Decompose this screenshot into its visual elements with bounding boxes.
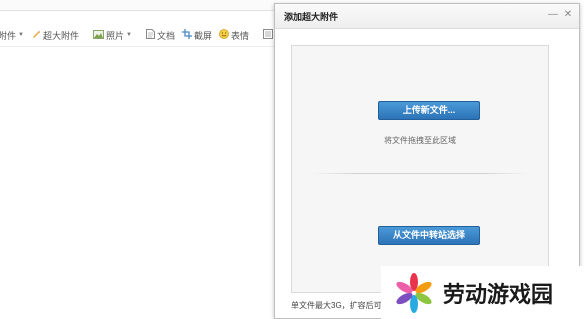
watermark-text: 劳动游戏园	[443, 282, 554, 308]
minimize-icon[interactable]: —	[547, 8, 559, 21]
file-size-note: 单文件最大3G，扩容后可提	[291, 301, 390, 310]
pinwheel-logo	[396, 272, 432, 313]
toolbar-document-label: 文档	[156, 30, 175, 41]
file-drop-zone[interactable]: 上传新文件... 将文件拖拽至此区域 从文件中转站选择	[291, 45, 549, 293]
screenshot-icon	[181, 29, 192, 41]
more-icon	[263, 29, 273, 41]
photo-icon	[92, 29, 104, 41]
smiley-icon	[219, 29, 229, 41]
toolbar-emoji-label: 表情	[230, 30, 249, 41]
section-divider	[312, 173, 528, 174]
toolbar-attachment-label: 附件	[0, 30, 17, 41]
toolbar-screenshot-label: 截屏	[193, 30, 212, 41]
toolbar-attachment-button[interactable]: 附件 ▼	[0, 29, 24, 42]
upload-new-file-button[interactable]: 上传新文件...	[378, 101, 480, 120]
pencil-clip-icon	[31, 29, 41, 41]
chevron-down-icon[interactable]: ▼	[126, 32, 132, 38]
toolbar-big-attachment-label: 超大附件	[42, 30, 79, 41]
toolbar-photo-label: 照片	[105, 30, 124, 41]
drop-hint-text: 将文件拖拽至此区域	[384, 136, 456, 145]
site-watermark: 劳动游戏园	[381, 266, 584, 319]
toolbar-emoji-button[interactable]: 表情	[219, 29, 249, 42]
compose-toolbar: 附件 ▼ 超大附件 照片 ▼ 文档 截屏 表情	[0, 24, 293, 47]
editor-top-bar	[0, 0, 276, 11]
close-icon[interactable]: ✕	[562, 8, 574, 21]
chevron-down-icon[interactable]: ▼	[18, 32, 24, 38]
select-from-transfer-station-button[interactable]: 从文件中转站选择	[378, 226, 480, 245]
toolbar-screenshot-button[interactable]: 截屏	[181, 29, 212, 42]
toolbar-photo-button[interactable]: 照片 ▼	[92, 29, 132, 42]
toolbar-document-button[interactable]: 文档	[145, 29, 175, 42]
toolbar-big-attachment-button[interactable]: 超大附件	[31, 29, 79, 42]
dialog-title: 添加超大附件	[284, 12, 339, 22]
document-icon	[145, 29, 155, 41]
dialog-header[interactable]: 添加超大附件 — ✕	[275, 4, 579, 29]
